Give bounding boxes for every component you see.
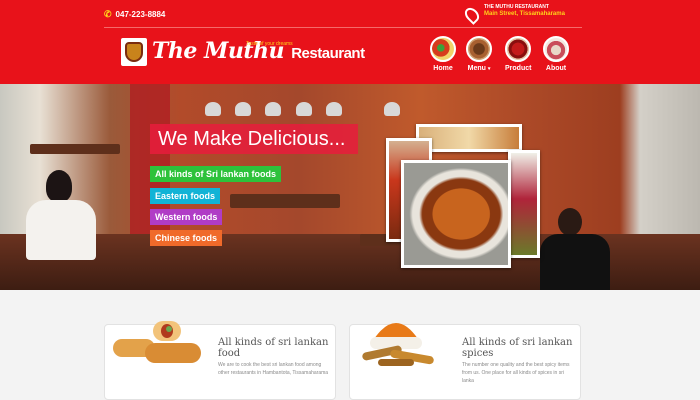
feature-card-food[interactable]: All kinds of sri lankan food We are to c… <box>104 321 336 400</box>
food-photo-main <box>401 160 511 268</box>
serving-pot <box>326 102 342 116</box>
logo-restaurant: Restaurant <box>291 45 365 62</box>
serving-pot <box>265 102 281 116</box>
nav-about[interactable]: About <box>543 36 569 72</box>
serving-pot <box>235 102 251 116</box>
tag-eastern-foods: Eastern foods <box>150 188 221 204</box>
nav-product[interactable]: Product <box>505 36 531 72</box>
tag-sri-lankan-foods: All kinds of Sri lankan foods <box>150 166 282 182</box>
address-name: THE MUTHU RESTAURANT <box>484 4 549 10</box>
features-section: All kinds of sri lankan food We are to c… <box>0 290 700 400</box>
tag-chinese-foods: Chinese foods <box>150 230 223 246</box>
logo-tagline: Taste of your dreams <box>246 41 293 47</box>
nav-menu[interactable]: Menu ▾ <box>466 36 492 72</box>
spices-image <box>362 323 434 366</box>
hero-headline: We Make Delicious... <box>150 124 358 154</box>
product-food-icon <box>505 36 532 62</box>
serving-pot <box>296 102 312 116</box>
menu-food-icon <box>466 36 492 62</box>
logo-the: The <box>152 38 197 64</box>
logo-emblem[interactable] <box>121 38 147 66</box>
address-street: Main Street, Tissamaharama <box>484 11 565 17</box>
seated-customer <box>22 170 114 290</box>
feature-card-spices[interactable]: All kinds of sri lankan spices The numbe… <box>349 323 581 400</box>
phone-contact[interactable]: ✆ 047-223-8884 <box>104 9 165 20</box>
food-photo-right <box>508 150 540 258</box>
phone-icon: ✆ <box>104 9 112 19</box>
feature-card-food-title: All kinds of sri lankan food <box>218 337 329 359</box>
location-pin-icon <box>462 5 482 25</box>
serving-pot <box>205 102 221 116</box>
home-food-icon <box>430 36 456 62</box>
about-food-icon <box>543 36 569 62</box>
hero-banner <box>0 84 700 290</box>
site-header: ✆ 047-223-8884 THE MUTHU RESTAURANT Main… <box>0 0 700 84</box>
feature-card-spices-text: The number one quality and the best spic… <box>462 362 570 384</box>
spring-rolls-image <box>113 321 201 363</box>
nav-home-label: Home <box>433 65 453 72</box>
nav-product-label: Product <box>505 65 532 72</box>
phone-number: 047-223-8884 <box>115 10 166 19</box>
nav-about-label: About <box>545 65 567 72</box>
nav-home[interactable]: Home <box>430 36 456 72</box>
header-divider <box>104 27 582 28</box>
serving-pot <box>384 102 400 116</box>
dining-table <box>30 144 120 154</box>
feature-card-food-text: We are to cook the best sri lankan food … <box>218 362 329 376</box>
dining-table <box>230 194 340 208</box>
chevron-down-icon: ▾ <box>487 66 491 72</box>
tag-western-foods: Western foods <box>150 209 223 225</box>
address-block: THE MUTHU RESTAURANT Main Street, Tissam… <box>462 4 565 25</box>
nav-menu-label: Menu <box>467 65 486 72</box>
feature-card-spices-title: All kinds of sri lankan spices <box>462 337 573 359</box>
